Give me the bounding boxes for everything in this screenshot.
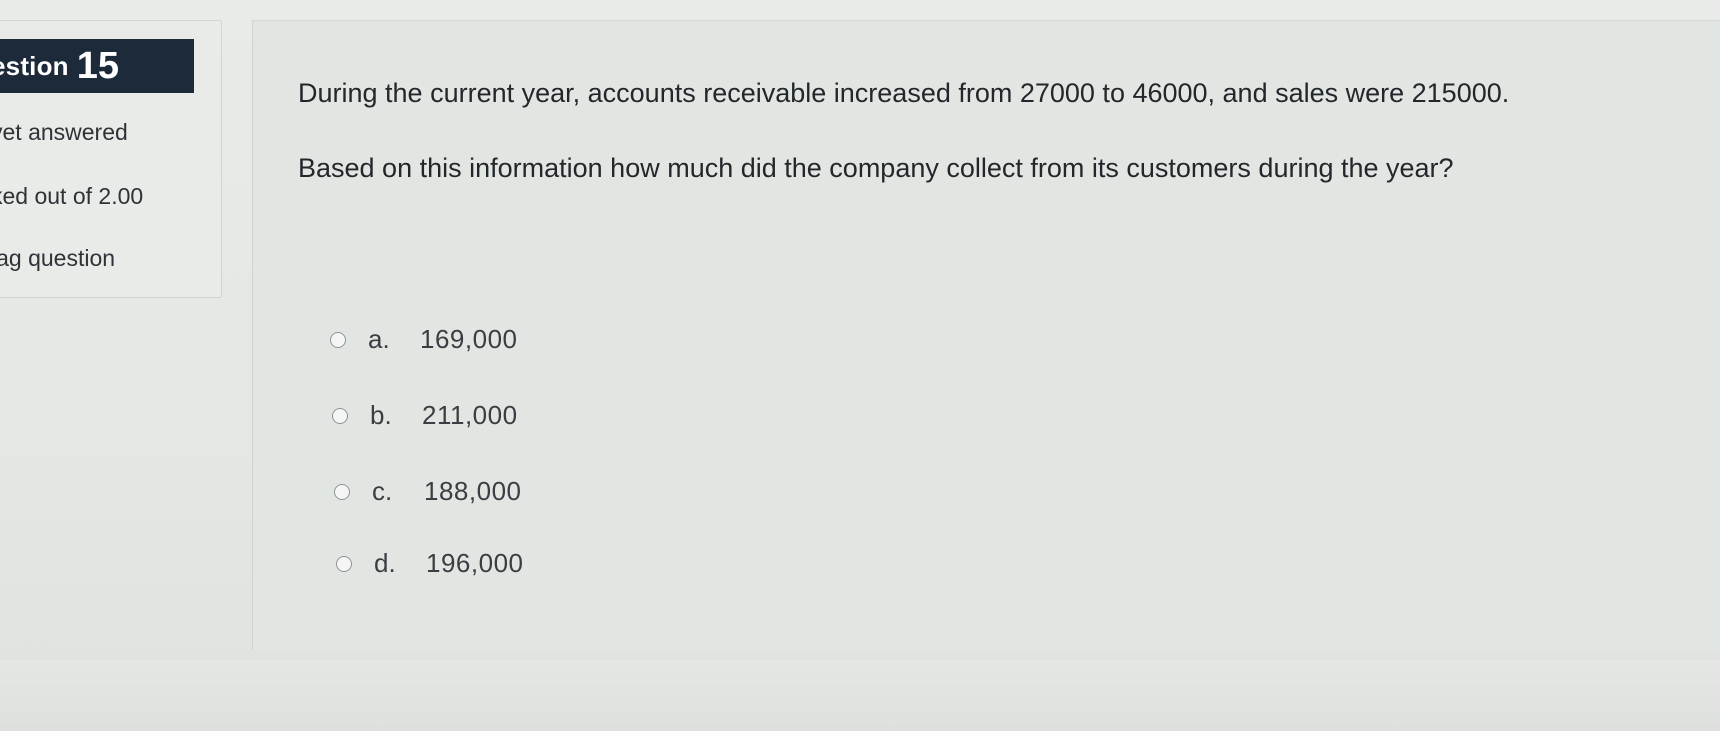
- option-value: 211,000: [422, 400, 518, 430]
- radio-button[interactable]: [336, 555, 352, 572]
- question-info-panel: estion 15 yet answered ked out of 2.00 l…: [0, 20, 222, 298]
- option-letter: d.: [374, 548, 396, 578]
- radio-button[interactable]: [334, 483, 350, 500]
- radio-button[interactable]: [332, 407, 348, 424]
- flag-question-link[interactable]: lag question: [0, 245, 115, 272]
- page-footer-area: [0, 660, 1720, 731]
- answer-option-a[interactable]: a. 169,000: [330, 324, 517, 355]
- answer-option-d[interactable]: d. 196,000: [336, 548, 523, 579]
- question-text-line-1: During the current year, accounts receiv…: [298, 78, 1510, 108]
- question-label: estion: [0, 50, 69, 81]
- answer-option-c[interactable]: c. 188,000: [334, 476, 521, 507]
- question-number-box: estion 15: [0, 39, 194, 93]
- question-number: 15: [76, 44, 120, 87]
- question-status: yet answered: [0, 119, 128, 145]
- option-letter: c.: [372, 476, 393, 506]
- option-value: 188,000: [424, 476, 522, 506]
- option-letter: a.: [368, 324, 390, 354]
- question-marks: ked out of 2.00: [0, 183, 144, 209]
- option-value: 196,000: [426, 548, 524, 578]
- radio-button[interactable]: [330, 331, 346, 348]
- answer-option-b[interactable]: b. 211,000: [332, 400, 518, 431]
- option-value: 169,000: [420, 324, 518, 354]
- question-text-line-2: Based on this information how much did t…: [298, 153, 1454, 183]
- option-letter: b.: [370, 400, 392, 430]
